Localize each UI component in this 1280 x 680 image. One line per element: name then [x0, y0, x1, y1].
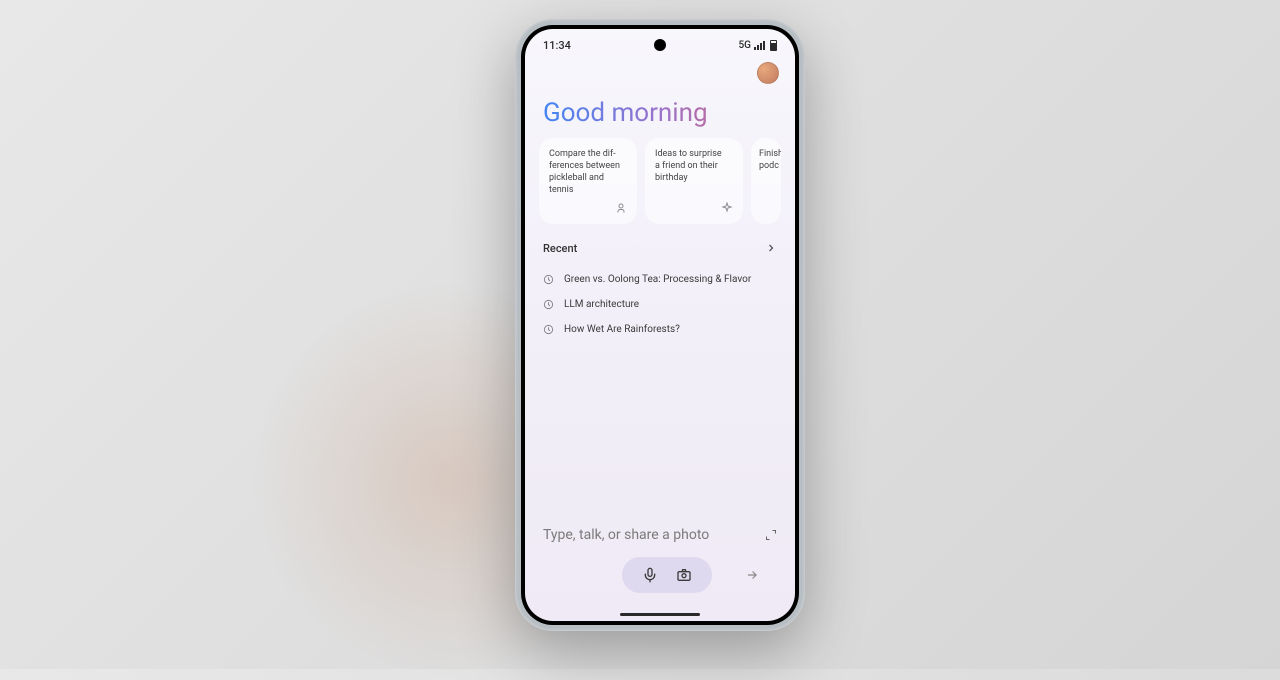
- suggestion-text: Compare the dif- ferences between pickle…: [549, 148, 627, 197]
- bottom-controls: [539, 557, 781, 593]
- status-right: 5G: [739, 40, 778, 51]
- avatar[interactable]: [757, 62, 779, 84]
- phone-screen: 11:34 5G Good morning Compare the dif- f…: [525, 29, 795, 621]
- microphone-icon[interactable]: [642, 567, 658, 583]
- header-row: [525, 56, 795, 84]
- network-label: 5G: [739, 40, 752, 51]
- recent-item[interactable]: LLM architecture: [543, 292, 777, 317]
- recent-section: Recent Green vs. Oolong Tea: Processing …: [525, 224, 795, 342]
- input-placeholder: Type, talk, or share a photo: [543, 527, 709, 543]
- battery-icon: [770, 40, 777, 51]
- gesture-bar[interactable]: [620, 613, 700, 616]
- input-area: Type, talk, or share a photo: [525, 527, 795, 607]
- phone-bezel: 11:34 5G Good morning Compare the dif- f…: [521, 25, 799, 625]
- suggestion-card[interactable]: Finish podc: [751, 138, 781, 224]
- recent-item[interactable]: Green vs. Oolong Tea: Processing & Flavo…: [543, 267, 777, 292]
- recent-header[interactable]: Recent: [543, 242, 777, 255]
- person-icon: [615, 202, 627, 214]
- suggestion-row: Compare the dif- ferences between pickle…: [525, 138, 795, 224]
- signal-icon: [754, 41, 765, 50]
- history-icon: [543, 299, 554, 310]
- sparkle-icon: [721, 202, 733, 214]
- recent-title: Recent: [543, 242, 577, 255]
- suggestion-text: Ideas to surprise a friend on their birt…: [655, 148, 733, 184]
- greeting-section: Good morning: [525, 84, 795, 138]
- recent-item-text: How Wet Are Rainforests?: [564, 324, 680, 335]
- mic-camera-group: [622, 557, 712, 593]
- suggestion-card[interactable]: Compare the dif- ferences between pickle…: [539, 138, 637, 224]
- status-time: 11:34: [543, 39, 571, 52]
- recent-item[interactable]: How Wet Are Rainforests?: [543, 317, 777, 342]
- history-icon: [543, 274, 554, 285]
- recent-item-text: Green vs. Oolong Tea: Processing & Flavo…: [564, 274, 751, 285]
- send-icon[interactable]: [745, 568, 759, 582]
- spacer: [525, 342, 795, 527]
- phone-frame: 11:34 5G Good morning Compare the dif- f…: [515, 19, 805, 631]
- text-input[interactable]: Type, talk, or share a photo: [539, 527, 781, 557]
- greeting-text: Good morning: [543, 98, 777, 128]
- history-icon: [543, 324, 554, 335]
- expand-icon[interactable]: [765, 529, 777, 541]
- suggestion-card[interactable]: Ideas to surprise a friend on their birt…: [645, 138, 743, 224]
- camera-hole: [654, 39, 666, 51]
- recent-item-text: LLM architecture: [564, 299, 639, 310]
- chevron-right-icon: [765, 242, 777, 254]
- camera-icon[interactable]: [676, 567, 692, 583]
- suggestion-text: Finish podc: [759, 148, 781, 172]
